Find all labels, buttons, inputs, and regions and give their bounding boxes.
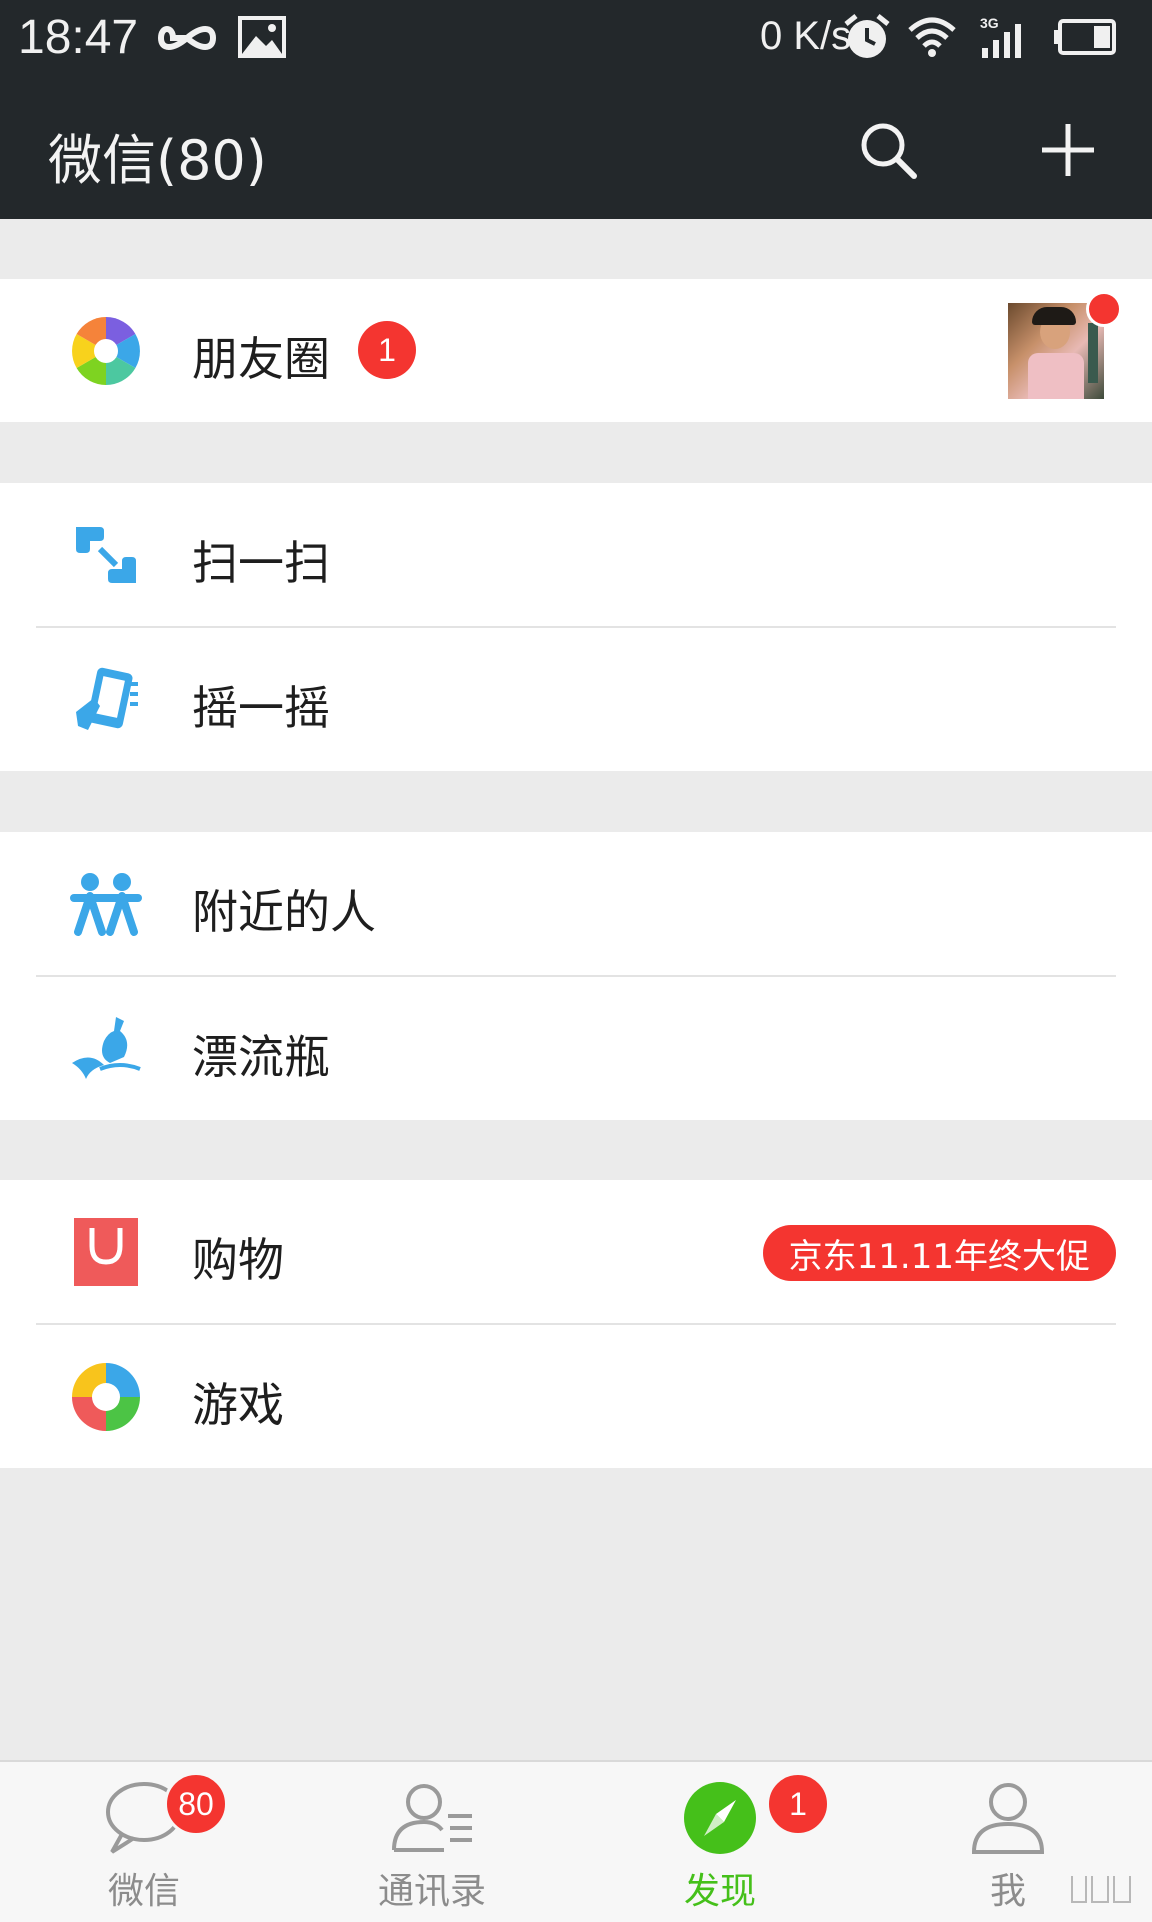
signal-3g-icon: 3G (980, 15, 1021, 58)
watermark-logo (1071, 1876, 1131, 1903)
tab-discover-badge: 1 (766, 1772, 830, 1836)
moments-label: 朋友圈 (192, 332, 330, 386)
tab-contacts-label: 通讯录 (377, 1871, 486, 1912)
contacts-icon (392, 1784, 472, 1852)
shopping-promo-badge: 京东11.11年终大促 (762, 1225, 1116, 1281)
shopping-bag-icon (74, 1218, 138, 1286)
games-row[interactable]: 游戏 (0, 1325, 1152, 1468)
shopping-label: 购物 (192, 1233, 284, 1287)
scan-row[interactable]: 扫一扫 (0, 483, 1152, 626)
status-time: 18:47 (18, 11, 139, 64)
moments-row[interactable]: 朋友圈 1 (0, 279, 1152, 422)
page-title: 微信(80) (48, 129, 267, 192)
image-icon (238, 16, 286, 58)
drift-bottle-label: 漂流瓶 (192, 1030, 330, 1084)
plus-icon (1042, 124, 1094, 176)
tools-group: 扫一扫 摇一摇 (0, 483, 1152, 771)
wifi-icon (908, 17, 956, 57)
person-icon (971, 1783, 1045, 1854)
tab-discover-label: 发现 (683, 1871, 756, 1912)
people-nearby-icon (70, 873, 142, 936)
app-header: 微信(80) (0, 76, 1152, 219)
scan-icon (76, 527, 136, 583)
shopping-row[interactable]: 购物 京东11.11年终大促 (0, 1180, 1152, 1323)
shake-row[interactable]: 摇一摇 (0, 628, 1152, 771)
moments-group: 朋友圈 1 (0, 279, 1152, 422)
games-label: 游戏 (192, 1378, 284, 1432)
drift-bottle-icon (72, 1017, 141, 1079)
social-group: 附近的人 漂流瓶 (0, 832, 1152, 1120)
alarm-icon (844, 14, 890, 58)
battery-icon (1054, 19, 1116, 55)
tab-chats-badge: 80 (164, 1772, 228, 1836)
bottom-tab-bar: 80 微信 通讯录 1 发现 我 (0, 1760, 1152, 1922)
tab-discover[interactable]: 1 发现 (620, 1762, 830, 1922)
svg-text:3G: 3G (980, 15, 999, 31)
compass-icon (684, 1782, 756, 1854)
scan-label: 扫一扫 (192, 536, 330, 590)
add-button[interactable] (1030, 112, 1106, 188)
moments-aperture-icon (72, 317, 140, 385)
people-nearby-label: 附近的人 (192, 885, 376, 939)
shake-label: 摇一摇 (192, 681, 330, 735)
tab-chats[interactable]: 80 微信 (44, 1762, 244, 1922)
drift-bottle-row[interactable]: 漂流瓶 (0, 977, 1152, 1120)
moments-new-dot (1086, 291, 1122, 327)
search-icon (861, 123, 917, 179)
tab-contacts[interactable]: 通讯录 (332, 1762, 532, 1922)
infinity-icon (158, 26, 216, 50)
tab-chats-label: 微信 (107, 1871, 180, 1912)
services-group: 购物 京东11.11年终大促 游戏 (0, 1180, 1152, 1468)
people-nearby-row[interactable]: 附近的人 (0, 832, 1152, 975)
shake-icon (76, 667, 138, 730)
search-button[interactable] (850, 112, 926, 188)
status-bar: 18:47 0 K/s 3G (0, 0, 1152, 76)
net-speed: 0 K/s (760, 14, 852, 58)
moments-badge: 1 (358, 321, 416, 379)
games-icon (72, 1363, 140, 1431)
